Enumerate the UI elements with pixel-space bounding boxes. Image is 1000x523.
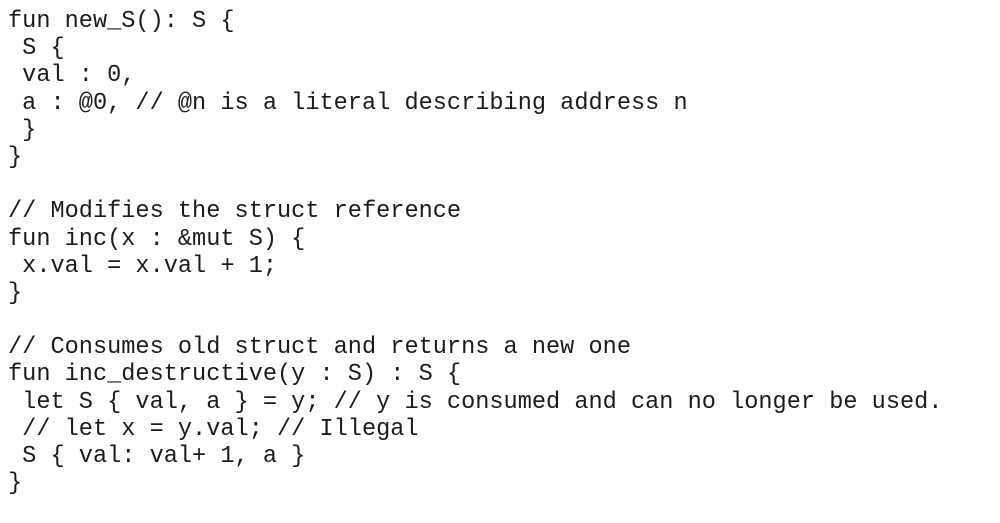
code-line: fun inc(x : &mut S) {	[8, 225, 306, 253]
code-line-blank	[8, 171, 1000, 198]
code-line: fun inc_destructive(y : S) : S {	[8, 361, 462, 389]
code-line: x.val = x.val + 1;	[8, 252, 278, 280]
code-line: }	[8, 470, 23, 498]
code-line: val : 0,	[8, 62, 136, 90]
code-line: S { val: val+ 1, a }	[8, 443, 306, 470]
code-line: fun new_S(): S {	[8, 8, 235, 35]
code-line: }	[8, 143, 23, 171]
code-line: // let x = y.val; // Illegal	[8, 415, 419, 443]
code-listing: fun new_S(): S { S { val : 0, a : @0, //…	[0, 0, 1000, 523]
code-line: let S { val, a } = y; // y is consumed a…	[8, 388, 943, 416]
code-line: S {	[8, 35, 65, 63]
code-line: // Modifies the struct reference	[8, 198, 462, 226]
code-line-blank	[8, 307, 1000, 334]
code-line: a : @0, // @n is a literal describing ad…	[8, 89, 688, 117]
code-line: }	[8, 116, 37, 144]
code-line: // Consumes old struct and returns a new…	[8, 334, 631, 362]
code-line: }	[8, 279, 23, 307]
